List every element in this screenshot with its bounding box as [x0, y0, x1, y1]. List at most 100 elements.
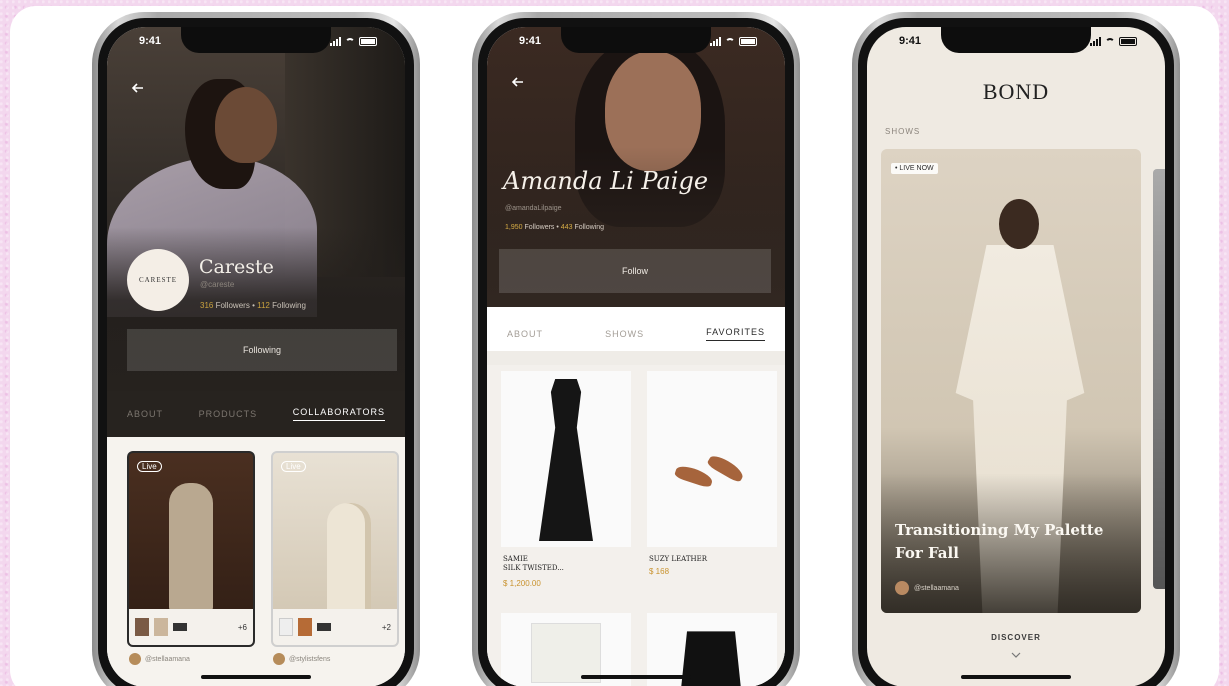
signal-icon	[330, 37, 341, 46]
battery-icon	[1119, 37, 1137, 46]
profile-handle: @careste	[200, 280, 235, 289]
followers-count: 316	[200, 301, 214, 310]
phone-1-screen: 9:41 CARESTE Careste @careste 316 Follow…	[107, 27, 405, 686]
show-tile[interactable]: Live +2	[271, 451, 399, 647]
following-label: Following	[574, 224, 605, 231]
home-indicator	[961, 675, 1071, 679]
discover-label[interactable]: DISCOVER	[867, 633, 1165, 642]
status-time: 9:41	[519, 35, 542, 47]
profile-tabs: ABOUT SHOWS FAVORITES	[487, 317, 785, 351]
profile-name: Careste	[199, 256, 274, 278]
profile-handle: @amandaLilpaige	[505, 205, 562, 212]
signal-icon	[1090, 37, 1101, 46]
section-title: SHOWS	[885, 127, 921, 136]
next-show-card-peek[interactable]	[1153, 169, 1165, 589]
profile-stats: 316 Followers • 112 Following	[200, 301, 306, 310]
profile-name: Amanda Li Paige	[503, 167, 709, 195]
phone-1: 9:41 CARESTE Careste @careste 316 Follow…	[92, 12, 420, 686]
phone-3-screen: 9:41 BOND SHOWS • LIVE NOW Transitioning…	[867, 27, 1165, 686]
profile-stats: 1,950 Followers • 443 Following	[505, 224, 604, 231]
divider	[487, 351, 785, 365]
phone-2-bezel: 9:41 Amanda Li Paige @amandaLilpaige 1,9…	[478, 18, 794, 686]
phone-1-bezel: 9:41 CARESTE Careste @careste 316 Follow…	[98, 18, 414, 686]
tab-favorites[interactable]: FAVORITES	[706, 327, 765, 341]
show-image-head	[999, 199, 1039, 249]
tab-collaborators[interactable]: COLLABORATORS	[292, 407, 385, 421]
creator-tag[interactable]: @stylistsfens	[273, 653, 330, 665]
signal-icon	[710, 37, 721, 46]
wifi-icon	[725, 37, 735, 46]
followers-label: Followers	[215, 301, 250, 310]
collaborators-grid: Live +6 Live +2 @stellaamana @stylistsfe…	[107, 437, 405, 686]
product-image	[531, 623, 601, 683]
product-name-line: SUZY LEATHER	[649, 555, 707, 563]
phone-2: 9:41 Amanda Li Paige @amandaLilpaige 1,9…	[472, 12, 800, 686]
tab-about[interactable]: ABOUT	[507, 329, 543, 339]
live-badge: • LIVE NOW	[891, 163, 938, 174]
brand-logo: CARESTE	[127, 249, 189, 311]
creator-tag[interactable]: @stellaamana	[895, 581, 959, 595]
battery-icon	[739, 37, 757, 46]
tab-about[interactable]: ABOUT	[127, 409, 163, 419]
creator-handle: @stellaamana	[145, 655, 190, 663]
stats-separator: •	[252, 301, 255, 310]
tab-products[interactable]: PRODUCTS	[199, 409, 258, 419]
product-name-line: SAMIE	[503, 555, 528, 563]
status-time: 9:41	[139, 35, 162, 47]
live-badge: Live	[281, 461, 306, 472]
follow-button[interactable]: Follow	[499, 249, 771, 293]
status-icons	[1090, 37, 1137, 46]
show-tile[interactable]: Live +6	[127, 451, 255, 647]
stats-separator: •	[556, 224, 559, 231]
back-arrow-icon[interactable]	[511, 75, 525, 89]
show-title: Transitioning My Palette For Fall	[895, 521, 1104, 563]
status-bar: 9:41	[487, 35, 785, 51]
battery-icon	[359, 37, 377, 46]
product-name: SUZY LEATHER	[649, 555, 707, 564]
product-card[interactable]	[501, 371, 631, 547]
product-strip: +2	[273, 609, 397, 645]
phone-3: 9:41 BOND SHOWS • LIVE NOW Transitioning…	[852, 12, 1180, 686]
following-count: 443	[560, 224, 573, 231]
phone-3-bezel: 9:41 BOND SHOWS • LIVE NOW Transitioning…	[858, 18, 1174, 686]
favorites-grid: SAMIE SILK TWISTED... $ 1,200.00 SUZY LE…	[487, 365, 785, 686]
creator-handle: @stellaamana	[914, 584, 959, 592]
avatar	[273, 653, 285, 665]
product-image	[673, 452, 747, 493]
following-button[interactable]: Following	[127, 329, 397, 371]
product-strip: +6	[129, 609, 253, 645]
phone-2-screen: 9:41 Amanda Li Paige @amandaLilpaige 1,9…	[487, 27, 785, 686]
chevron-down-icon[interactable]	[1011, 647, 1021, 658]
show-thumbnail	[169, 483, 213, 613]
creator-tag[interactable]: @stellaamana	[129, 653, 190, 665]
following-count: 112	[257, 301, 270, 310]
home-indicator	[201, 675, 311, 679]
wifi-icon	[1105, 37, 1115, 46]
status-time: 9:41	[899, 35, 922, 47]
product-card[interactable]	[647, 371, 777, 547]
brand-logo: BOND	[982, 79, 1050, 104]
home-indicator	[581, 675, 691, 679]
product-image	[539, 379, 593, 541]
avatar	[895, 581, 909, 595]
wifi-icon	[345, 37, 355, 46]
followers-label: Followers	[524, 224, 555, 231]
status-icons	[710, 37, 757, 46]
live-badge: Live	[137, 461, 162, 472]
status-bar: 9:41	[867, 35, 1165, 51]
creator-handle: @stylistsfens	[289, 655, 331, 663]
product-price: $ 168	[649, 567, 670, 576]
status-bar: 9:41	[107, 35, 405, 51]
product-price: $ 1,200.00	[503, 579, 541, 588]
status-icons	[330, 37, 377, 46]
more-products-count: +6	[237, 622, 247, 632]
followers-count: 1,950	[505, 224, 523, 231]
following-label: Following	[272, 301, 306, 310]
show-card[interactable]: • LIVE NOW Transitioning My Palette For …	[881, 149, 1141, 613]
back-arrow-icon[interactable]	[131, 81, 145, 95]
tab-shows[interactable]: SHOWS	[605, 329, 644, 339]
avatar	[129, 653, 141, 665]
product-name: SAMIE SILK TWISTED...	[503, 555, 564, 574]
product-name-line: SILK TWISTED...	[503, 564, 564, 573]
more-products-count: +2	[381, 622, 391, 632]
